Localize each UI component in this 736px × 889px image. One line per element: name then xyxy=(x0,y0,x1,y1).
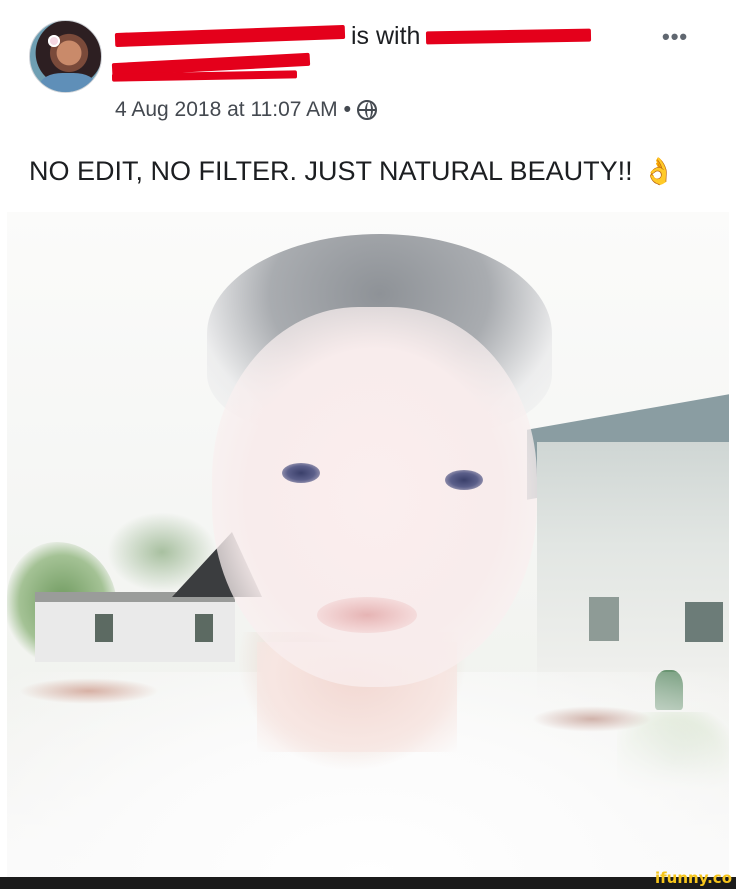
post-photo[interactable] xyxy=(7,212,729,877)
globe-icon[interactable] xyxy=(356,100,377,120)
shirt-shadow xyxy=(19,678,159,704)
person-mouth xyxy=(317,597,417,633)
author-name-redaction xyxy=(114,24,346,48)
avatar[interactable] xyxy=(29,20,102,93)
avatar-shirt xyxy=(40,73,96,92)
tagged-name-redaction xyxy=(426,28,592,44)
shirt-shadow xyxy=(532,706,652,732)
post-author-line: is with xyxy=(114,20,592,52)
more-options-icon[interactable]: ••• xyxy=(662,24,688,50)
caption-text: NO EDIT, NO FILTER. JUST NATURAL BEAUTY!… xyxy=(29,156,633,186)
meta-separator: • xyxy=(343,98,351,121)
post-caption: NO EDIT, NO FILTER. JUST NATURAL BEAUTY!… xyxy=(29,156,675,187)
is-with-text: is with xyxy=(351,21,421,50)
post-timestamp[interactable]: 4 Aug 2018 at 11:07 AM xyxy=(115,98,338,122)
ok-hand-icon: 👌 xyxy=(642,156,675,186)
left-eye xyxy=(282,463,320,483)
watermark-bar xyxy=(0,877,736,889)
right-eye xyxy=(445,470,483,490)
watermark-text: ifunny.co xyxy=(655,869,732,887)
hair-flower xyxy=(48,35,60,47)
person xyxy=(7,212,729,877)
post-meta: 4 Aug 2018 at 11:07 AM • xyxy=(115,96,377,124)
